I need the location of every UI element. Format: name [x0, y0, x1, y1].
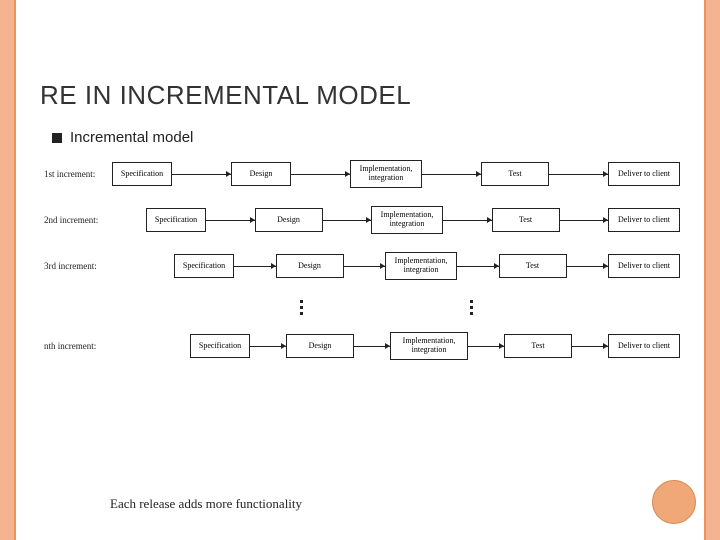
arrow-icon	[422, 174, 481, 175]
box-implementation: Implementation, integration	[371, 206, 443, 234]
arrow-icon	[443, 220, 492, 221]
box-deliver: Deliver to client	[608, 162, 680, 186]
box-specification: Specification	[190, 334, 250, 358]
arrow-icon	[206, 220, 255, 221]
row-label: nth increment:	[40, 341, 112, 351]
box-deliver: Deliver to client	[608, 208, 680, 232]
box-design: Design	[286, 334, 354, 358]
subtitle-row: Incremental model	[52, 129, 680, 146]
box-specification: Specification	[112, 162, 172, 186]
row-flow: Specification Design Implementation, int…	[174, 252, 680, 280]
arrow-icon	[250, 346, 286, 347]
row-label: 3rd increment:	[40, 261, 112, 271]
box-specification: Specification	[174, 254, 234, 278]
arrow-icon	[560, 220, 609, 221]
square-bullet-icon	[52, 133, 62, 143]
slide-border-right	[706, 0, 720, 540]
increment-row-3: 3rd increment: Specification Design Impl…	[40, 248, 680, 284]
decorative-circle-icon	[652, 480, 696, 524]
box-test: Test	[499, 254, 567, 278]
increment-row-2: 2nd increment: Specification Design Impl…	[40, 202, 680, 238]
box-test: Test	[504, 334, 572, 358]
increment-row-n: nth increment: Specification Design Impl…	[40, 328, 680, 364]
arrow-icon	[172, 174, 231, 175]
arrow-icon	[323, 220, 372, 221]
arrow-icon	[354, 346, 390, 347]
box-deliver: Deliver to client	[608, 334, 680, 358]
arrow-icon	[457, 266, 499, 267]
ellipsis-row	[40, 294, 680, 328]
box-test: Test	[481, 162, 549, 186]
arrow-icon	[572, 346, 608, 347]
vertical-ellipsis-icon	[470, 300, 473, 315]
increment-row-1: 1st increment: Specification Design Impl…	[40, 156, 680, 192]
page-title: RE IN INCREMENTAL MODEL	[40, 80, 680, 111]
box-implementation: Implementation, integration	[385, 252, 457, 280]
arrow-icon	[234, 266, 276, 267]
row-label: 2nd increment:	[40, 215, 112, 225]
subtitle-text: Incremental model	[70, 129, 193, 146]
box-test: Test	[492, 208, 560, 232]
incremental-diagram: 1st increment: Specification Design Impl…	[40, 156, 680, 364]
box-implementation: Implementation, integration	[350, 160, 422, 188]
box-deliver: Deliver to client	[608, 254, 680, 278]
caption-text: Each release adds more functionality	[110, 496, 302, 512]
box-design: Design	[276, 254, 344, 278]
box-specification: Specification	[146, 208, 206, 232]
slide-content: RE IN INCREMENTAL MODEL Incremental mode…	[40, 80, 680, 374]
row-flow: Specification Design Implementation, int…	[190, 332, 680, 360]
box-design: Design	[255, 208, 323, 232]
arrow-icon	[468, 346, 504, 347]
row-flow: Specification Design Implementation, int…	[146, 206, 680, 234]
row-label: 1st increment:	[40, 169, 112, 179]
slide-border-left	[0, 0, 14, 540]
arrow-icon	[291, 174, 350, 175]
box-design: Design	[231, 162, 291, 186]
row-flow: Specification Design Implementation, int…	[112, 160, 680, 188]
arrow-icon	[344, 266, 386, 267]
arrow-icon	[549, 174, 608, 175]
arrow-icon	[567, 266, 609, 267]
box-implementation: Implementation, integration	[390, 332, 468, 360]
vertical-ellipsis-icon	[300, 300, 303, 315]
